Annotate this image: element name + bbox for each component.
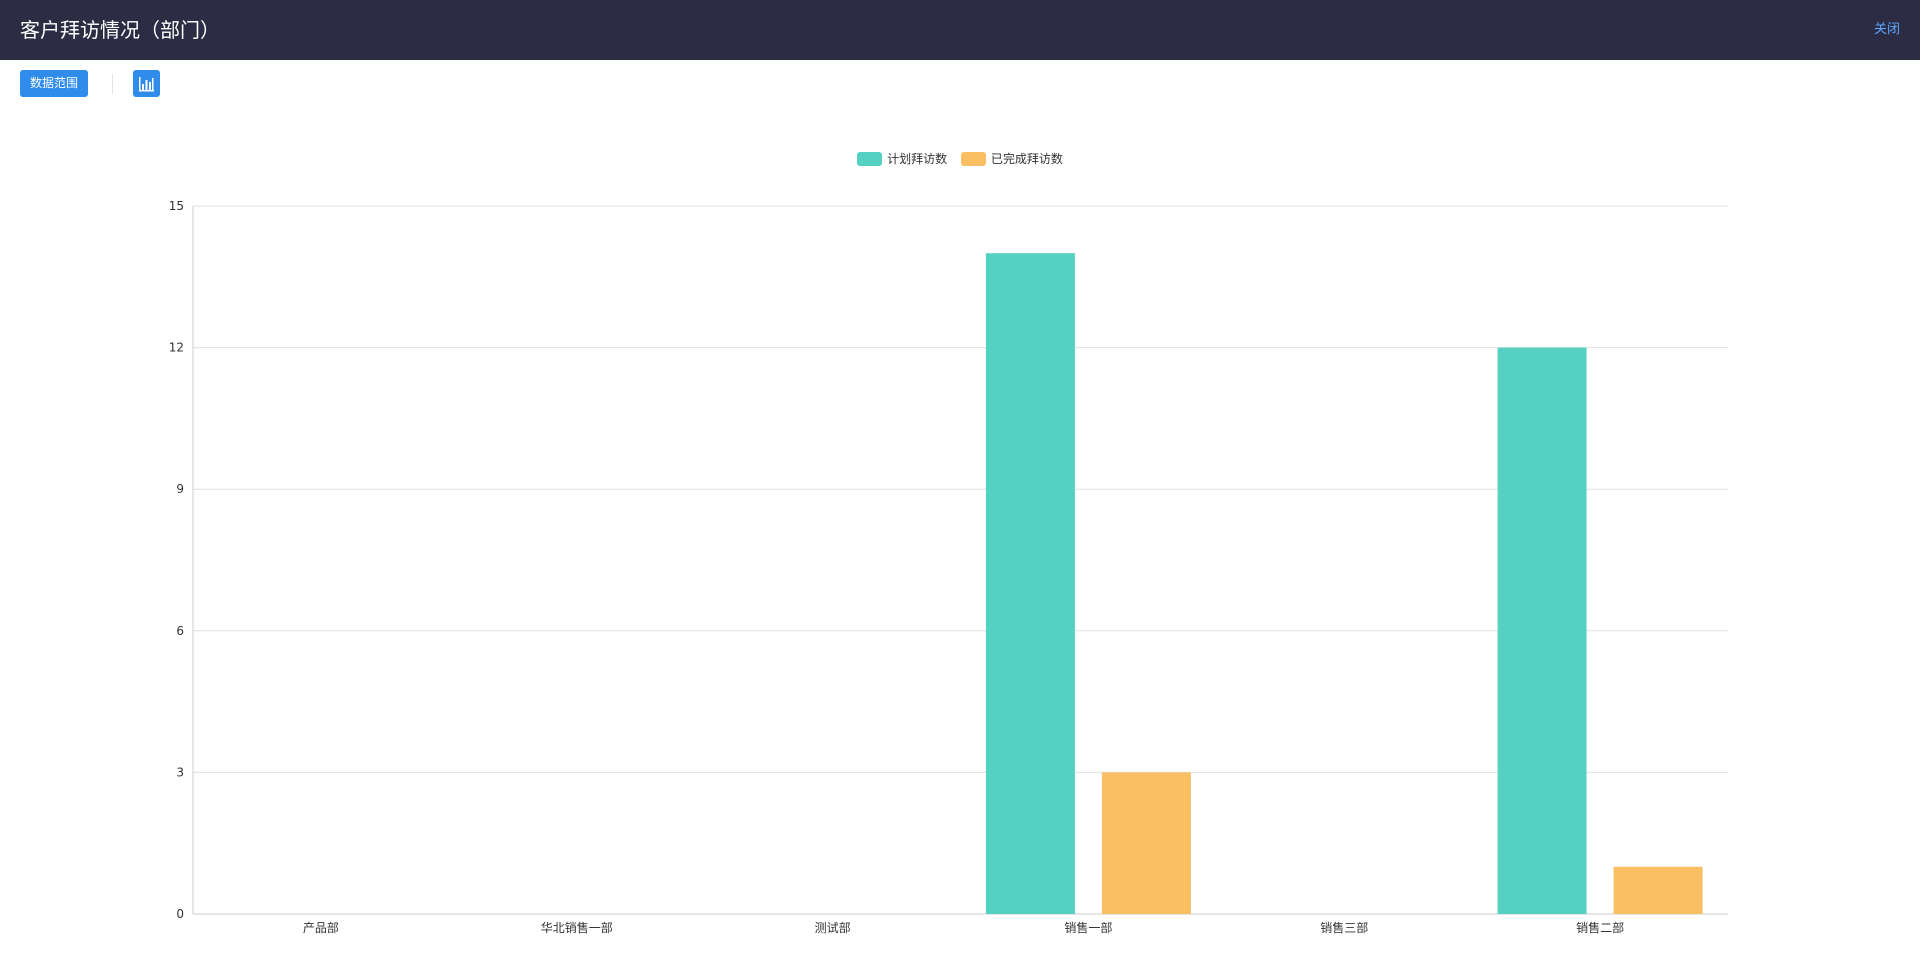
x-tick-label: 华北销售一部 xyxy=(541,920,613,935)
y-tick-label: 6 xyxy=(176,624,184,638)
x-tick-label: 销售二部 xyxy=(1576,920,1624,935)
bar xyxy=(985,253,1075,914)
x-tick-label: 销售一部 xyxy=(1064,920,1112,935)
x-tick-label: 测试部 xyxy=(815,920,851,935)
y-tick-label: 3 xyxy=(176,765,184,779)
bar xyxy=(1497,347,1587,915)
x-tick-label: 产品部 xyxy=(303,920,339,935)
y-tick-label: 9 xyxy=(176,482,184,496)
y-tick-label: 15 xyxy=(169,199,184,213)
bar-chart: 0 3 6 9 12 15 产品部 华北销售一部 测试部 销售一部 销售三部 销售二部 xyxy=(169,199,1728,935)
y-tick-label: 12 xyxy=(169,341,184,355)
y-tick-label: 0 xyxy=(176,907,184,921)
bar xyxy=(1101,772,1191,914)
x-tick-label: 销售三部 xyxy=(1320,920,1368,935)
bar xyxy=(1613,866,1703,914)
